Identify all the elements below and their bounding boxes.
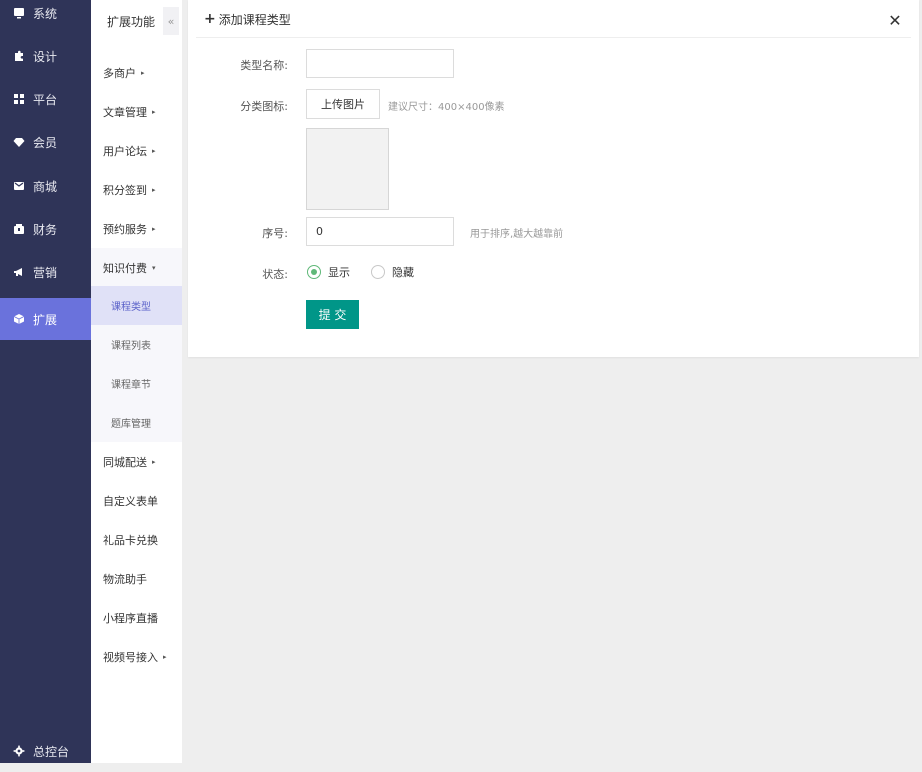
submenu-child-course-chapter[interactable]: 课程章节 bbox=[91, 364, 182, 403]
caret-right-icon: ▸ bbox=[152, 185, 156, 194]
type-name-input[interactable] bbox=[306, 49, 454, 78]
caret-right-icon: ▸ bbox=[152, 457, 156, 466]
submenu-item-label: 用户论坛 bbox=[103, 144, 147, 158]
collapse-icon[interactable]: « bbox=[163, 7, 179, 35]
gear-icon bbox=[13, 745, 25, 757]
upload-image-button[interactable]: 上传图片 bbox=[306, 89, 380, 119]
divider bbox=[196, 37, 911, 38]
nav-item-label: 商城 bbox=[33, 179, 58, 194]
caret-right-icon: ▸ bbox=[152, 107, 156, 116]
submenu-item-label: 自定义表单 bbox=[103, 494, 158, 508]
mail-icon bbox=[13, 180, 25, 192]
grid-icon bbox=[13, 93, 25, 105]
dialog-title: + 添加课程类型 bbox=[204, 0, 291, 38]
caret-right-icon: ▸ bbox=[152, 224, 156, 233]
submenu-item-label: 积分签到 bbox=[103, 183, 147, 197]
submenu-item-label: 物流助手 bbox=[103, 572, 147, 586]
cube-icon bbox=[13, 313, 25, 325]
nav-item-label: 系统 bbox=[33, 6, 58, 21]
nav-item-system[interactable]: 系统 bbox=[0, 0, 91, 34]
sort-hint: 用于排序,越大越靠前 bbox=[470, 229, 564, 240]
add-course-type-dialog: + 添加课程类型 ✕ 类型名称: 分类图标: 上传图片 建议尺寸：400×400… bbox=[188, 0, 919, 357]
caret-right-icon: ▸ bbox=[141, 68, 145, 77]
nav-item-console[interactable]: 总控台 bbox=[0, 730, 91, 772]
submenu-child-course-list[interactable]: 课程列表 bbox=[91, 325, 182, 364]
nav-item-platform[interactable]: 平台 bbox=[0, 78, 91, 120]
wallet-icon bbox=[13, 223, 25, 235]
submenu-item-gift-card[interactable]: 礼品卡兑换 bbox=[91, 520, 182, 559]
nav-item-label: 总控台 bbox=[33, 744, 70, 759]
main-nav: 系统 设计 平台 会员 商城 财务 营销 扩展 总控台 bbox=[0, 0, 91, 763]
submenu-item-forum[interactable]: 用户论坛 ▸ bbox=[91, 131, 182, 170]
submenu-item-label: 礼品卡兑换 bbox=[103, 533, 158, 547]
caret-right-icon: ▸ bbox=[152, 146, 156, 155]
diamond-icon bbox=[13, 136, 25, 148]
puzzle-icon bbox=[13, 50, 25, 62]
submenu-item-checkin[interactable]: 积分签到 ▸ bbox=[91, 170, 182, 209]
radio-label: 隐藏 bbox=[392, 266, 414, 279]
radio-unchecked-icon bbox=[371, 265, 385, 279]
name-label: 类型名称: bbox=[240, 59, 288, 72]
submenu-item-label: 文章管理 bbox=[103, 105, 147, 119]
megaphone-icon bbox=[13, 266, 25, 278]
image-preview bbox=[306, 128, 389, 210]
icon-label: 分类图标: bbox=[240, 100, 288, 113]
nav-item-label: 扩展 bbox=[33, 312, 58, 327]
caret-down-icon: ▾ bbox=[152, 263, 156, 272]
submenu-child-question-bank[interactable]: 题库管理 bbox=[91, 403, 182, 442]
status-label: 状态: bbox=[262, 268, 288, 281]
submenu-item-articles[interactable]: 文章管理 ▸ bbox=[91, 92, 182, 131]
dialog-title-text: 添加课程类型 bbox=[218, 12, 291, 27]
radio-checked-icon bbox=[307, 265, 321, 279]
nav-item-label: 财务 bbox=[33, 222, 58, 237]
submenu: 扩展功能 « 多商户 ▸ 文章管理 ▸ 用户论坛 ▸ 积分签到 ▸ 预约服务 ▸ 知识付费… bbox=[91, 0, 182, 763]
submenu-item-label: 视频号接入 bbox=[103, 650, 158, 664]
monitor-icon bbox=[13, 7, 25, 19]
submenu-item-label: 多商户 bbox=[103, 66, 136, 80]
submenu-child-course-type[interactable]: 课程类型 bbox=[91, 286, 182, 325]
radio-label: 显示 bbox=[328, 266, 350, 279]
caret-right-icon: ▸ bbox=[163, 652, 167, 661]
submenu-item-custom-form[interactable]: 自定义表单 bbox=[91, 481, 182, 520]
submenu-item-label: 同城配送 bbox=[103, 455, 147, 469]
submenu-item-channels[interactable]: 视频号接入 ▸ bbox=[91, 637, 182, 676]
nav-item-label: 平台 bbox=[33, 92, 58, 107]
nav-item-label: 会员 bbox=[33, 135, 58, 150]
nav-item-extension[interactable]: 扩展 bbox=[0, 298, 91, 340]
upload-hint: 建议尺寸：400×400像素 bbox=[388, 102, 505, 113]
submenu-item-live[interactable]: 小程序直播 bbox=[91, 598, 182, 637]
nav-item-design[interactable]: 设计 bbox=[0, 35, 91, 77]
nav-item-marketing[interactable]: 营销 bbox=[0, 251, 91, 293]
status-radio-hide[interactable]: 隐藏 bbox=[371, 264, 414, 280]
nav-item-member[interactable]: 会员 bbox=[0, 121, 91, 163]
nav-item-mall[interactable]: 商城 bbox=[0, 165, 91, 207]
submenu-item-label: 预约服务 bbox=[103, 222, 147, 236]
nav-item-finance[interactable]: 财务 bbox=[0, 208, 91, 250]
sort-label: 序号: bbox=[262, 227, 288, 240]
submit-button[interactable]: 提 交 bbox=[306, 300, 359, 329]
close-icon[interactable]: ✕ bbox=[887, 11, 903, 30]
status-radio-show[interactable]: 显示 bbox=[307, 264, 350, 280]
submenu-item-local-delivery[interactable]: 同城配送 ▸ bbox=[91, 442, 182, 481]
nav-item-label: 设计 bbox=[33, 49, 58, 64]
nav-item-label: 营销 bbox=[33, 265, 58, 280]
sort-input[interactable] bbox=[306, 217, 454, 246]
submenu-item-knowledge[interactable]: 知识付费 ▾ bbox=[91, 248, 182, 287]
submenu-item-booking[interactable]: 预约服务 ▸ bbox=[91, 209, 182, 248]
plus-icon: + bbox=[204, 11, 216, 27]
submenu-item-label: 知识付费 bbox=[103, 261, 147, 275]
submenu-item-logistics[interactable]: 物流助手 bbox=[91, 559, 182, 598]
submenu-item-multi-merchant[interactable]: 多商户 ▸ bbox=[91, 53, 182, 92]
submenu-item-label: 小程序直播 bbox=[103, 611, 158, 625]
